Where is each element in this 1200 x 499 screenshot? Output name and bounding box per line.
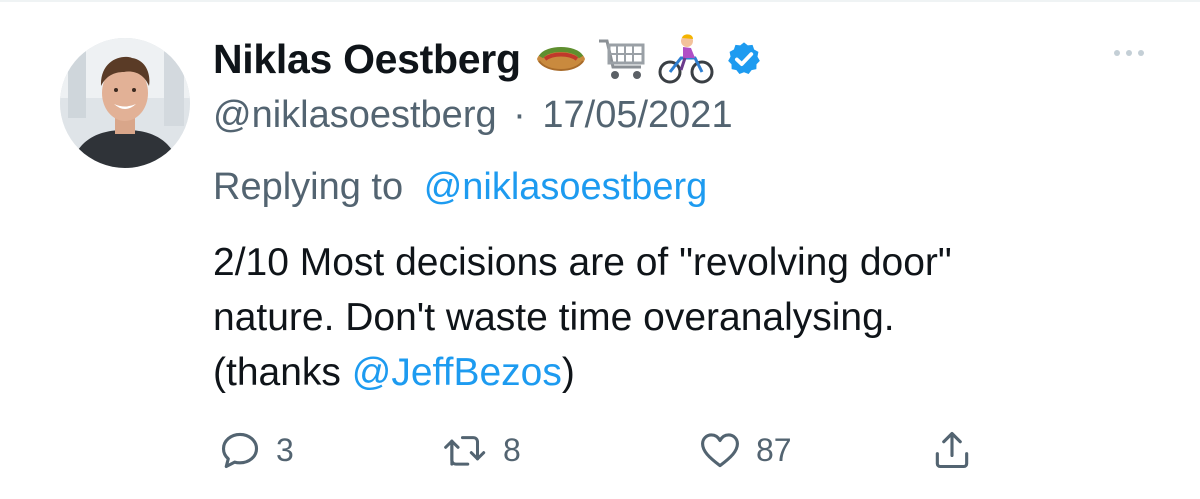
tweet-date[interactable]: 17/05/2021 — [542, 94, 732, 136]
tweet-text-line: 2/10 Most decisions are of "revolving do… — [213, 241, 952, 284]
avatar[interactable] — [60, 38, 190, 168]
share-button[interactable] — [930, 420, 974, 480]
avatar-photo — [60, 38, 190, 168]
reply-icon — [221, 432, 259, 469]
meta-separator: · — [513, 94, 526, 136]
tweet-header: Niklas Oestberg @niklasoestberg · 17/05/… — [213, 28, 1173, 140]
more-dot-icon — [1126, 50, 1132, 56]
tweet-text-fragment: ) — [561, 351, 575, 394]
retweet-button[interactable]: 8 — [443, 420, 521, 480]
name-emojis — [533, 34, 715, 84]
retweet-count: 8 — [503, 431, 521, 468]
tweet-text-fragment: (thanks — [213, 351, 352, 394]
author-handle[interactable]: @niklasoestberg — [213, 94, 497, 136]
more-dot-icon — [1138, 50, 1144, 56]
like-count: 87 — [756, 431, 792, 468]
shopping-cart-icon — [598, 39, 645, 79]
display-name[interactable]: Niklas Oestberg — [213, 36, 521, 83]
action-bar: 3 8 87 — [213, 420, 993, 480]
tweet-text: 2/10 Most decisions are of "revolving do… — [213, 235, 1173, 400]
more-dot-icon — [1114, 50, 1120, 56]
tweet-card[interactable]: Niklas Oestberg @niklasoestberg · 17/05/… — [0, 0, 1200, 499]
tweet-text-line: nature. Don't waste time overanalysing. — [213, 296, 895, 339]
replying-to-handle-link[interactable]: @niklasoestberg — [424, 166, 708, 208]
replying-to: Replying to @niklasoestberg — [213, 160, 707, 214]
reply-button[interactable]: 3 — [218, 420, 294, 480]
replying-to-label: Replying to — [213, 166, 404, 208]
share-icon — [935, 431, 969, 469]
mention-link[interactable]: @JeffBezos — [352, 351, 562, 394]
burrito-icon — [536, 47, 585, 71]
meta-row: @niklasoestberg · 17/05/2021 — [213, 90, 1173, 140]
more-options-button[interactable] — [1104, 38, 1154, 68]
reply-count: 3 — [276, 431, 294, 468]
retweet-icon — [444, 436, 486, 466]
heart-icon — [701, 433, 739, 468]
verified-badge-icon — [727, 42, 760, 75]
name-row: Niklas Oestberg — [213, 28, 1173, 90]
tweet-text-line: (thanks @JeffBezos) — [213, 345, 1173, 400]
cyclist-icon — [658, 34, 714, 84]
like-button[interactable]: 87 — [698, 420, 792, 480]
